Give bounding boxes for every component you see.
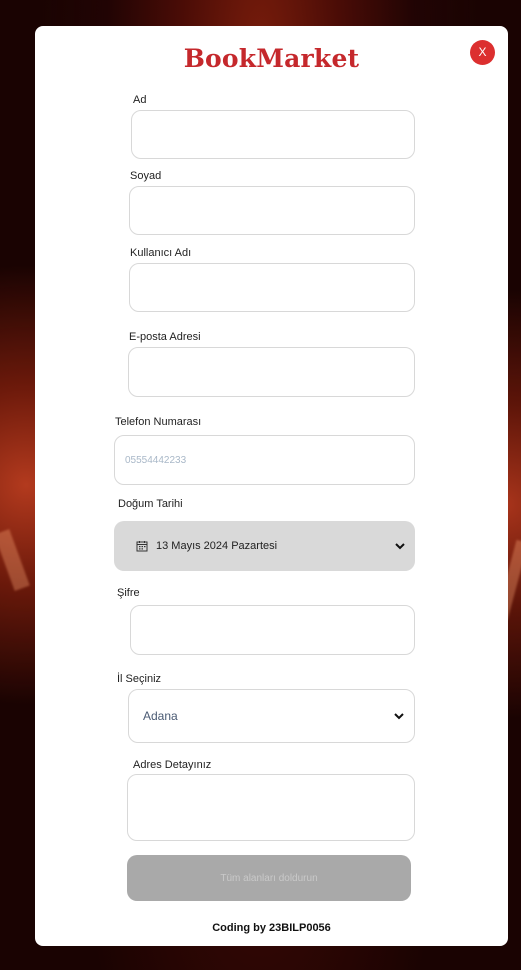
- password-label: Şifre: [117, 587, 140, 599]
- chevron-down-icon: [395, 542, 405, 550]
- registration-card: BookMarket X Ad Soyad Kullanıcı Adı E-po…: [35, 26, 508, 946]
- background-streak: [0, 529, 30, 591]
- address-label: Adres Detayınız: [133, 759, 212, 771]
- close-button[interactable]: X: [470, 40, 495, 65]
- birthdate-value: 13 Mayıs 2024 Pazartesi: [156, 540, 278, 552]
- phone-placeholder: 05554442233: [125, 454, 187, 466]
- password-field[interactable]: [130, 605, 415, 655]
- birthdate-picker[interactable]: 13 Mayıs 2024 Pazartesi: [114, 521, 415, 571]
- email-field[interactable]: [128, 347, 415, 397]
- brand-title: BookMarket: [183, 44, 360, 73]
- username-label: Kullanıcı Adı: [130, 247, 192, 259]
- first-name-field[interactable]: [131, 110, 415, 159]
- address-textarea[interactable]: [127, 774, 415, 841]
- city-select[interactable]: Adana: [128, 689, 415, 743]
- submit-button[interactable]: Tüm alanları doldurun: [127, 855, 411, 901]
- city-label: İl Seçiniz: [117, 673, 162, 685]
- username-field[interactable]: [129, 263, 415, 312]
- email-label: E-posta Adresi: [129, 331, 201, 343]
- footer-credit: Coding by 23BILP0056: [212, 922, 331, 934]
- chevron-down-icon: [394, 712, 404, 720]
- birthdate-label: Doğum Tarihi: [118, 498, 183, 510]
- city-value: Adana: [143, 709, 178, 723]
- first-name-label: Ad: [133, 94, 147, 106]
- phone-label: Telefon Numarası: [115, 416, 202, 428]
- last-name-field[interactable]: [129, 186, 415, 235]
- phone-field[interactable]: 05554442233: [114, 435, 415, 485]
- last-name-label: Soyad: [130, 170, 162, 182]
- calendar-icon: [136, 540, 148, 552]
